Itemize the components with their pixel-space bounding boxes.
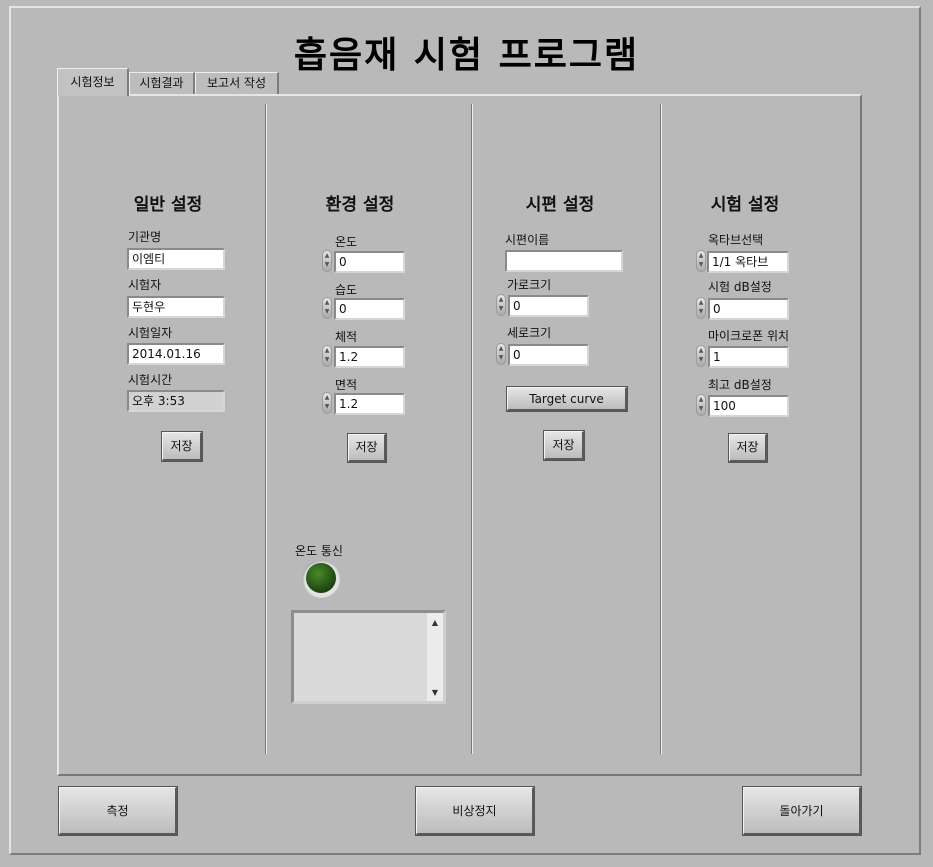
max-db-spinner[interactable]: ▲ ▼ [696, 394, 706, 416]
temperature-comm-indicator [302, 560, 340, 598]
measure-button[interactable]: 측정 [58, 786, 178, 836]
test-date-field[interactable]: 2014.01.16 [127, 343, 225, 365]
height-size-field[interactable]: 0 [508, 344, 589, 366]
led-light-icon [306, 563, 336, 593]
test-save-button[interactable]: 저장 [728, 433, 768, 463]
spin-up-icon[interactable]: ▲ [323, 251, 331, 260]
tester-label: 시험자 [128, 278, 162, 292]
width-size-field[interactable]: 0 [508, 295, 589, 317]
tester-field[interactable]: 두현우 [127, 296, 225, 318]
spin-up-icon[interactable]: ▲ [697, 251, 705, 260]
tab-report[interactable]: 보고서 작성 [195, 72, 279, 94]
max-db-field[interactable]: 100 [708, 395, 789, 417]
test-db-spinner[interactable]: ▲ ▼ [696, 297, 706, 319]
octave-spinner[interactable]: ▲ ▼ [696, 250, 706, 272]
mic-position-spinner[interactable]: ▲ ▼ [696, 345, 706, 367]
target-curve-button[interactable]: Target curve [506, 386, 628, 412]
specimen-name-label: 시편이름 [505, 233, 550, 247]
test-db-label: 시험 dB설정 [708, 280, 772, 294]
octave-label: 옥타브선택 [708, 233, 764, 247]
area-field[interactable]: 1.2 [334, 393, 405, 415]
spin-down-icon[interactable]: ▼ [497, 304, 505, 313]
height-size-label: 세로크기 [507, 326, 552, 340]
spin-up-icon[interactable]: ▲ [323, 298, 331, 307]
spin-down-icon[interactable]: ▼ [323, 307, 331, 316]
spin-down-icon[interactable]: ▼ [323, 355, 331, 364]
org-field[interactable]: 이엠티 [127, 248, 225, 270]
spin-up-icon[interactable]: ▲ [497, 295, 505, 304]
temperature-spinner[interactable]: ▲ ▼ [322, 250, 332, 272]
general-save-button[interactable]: 저장 [161, 431, 203, 462]
specimen-settings-heading: 시편 설정 [525, 195, 595, 215]
scroll-down-icon[interactable]: ▼ [427, 688, 443, 697]
test-time-field: 오후 3:53 [127, 390, 225, 412]
spin-down-icon[interactable]: ▼ [323, 402, 331, 411]
org-label: 기관명 [128, 230, 162, 244]
volume-label: 체적 [335, 330, 358, 344]
test-db-field[interactable]: 0 [708, 298, 789, 320]
humidity-field[interactable]: 0 [334, 298, 405, 320]
spin-down-icon[interactable]: ▼ [497, 353, 505, 362]
spin-down-icon[interactable]: ▼ [697, 355, 705, 364]
general-settings-heading: 일반 설정 [133, 195, 203, 215]
mic-position-field[interactable]: 1 [708, 346, 789, 368]
temperature-label: 온도 [335, 235, 358, 249]
page-title: 흡음재 시험 프로그램 [293, 34, 640, 76]
spin-down-icon[interactable]: ▼ [323, 260, 331, 269]
emergency-stop-button[interactable]: 비상정지 [415, 786, 535, 836]
humidity-label: 습도 [335, 283, 358, 297]
spin-down-icon[interactable]: ▼ [697, 260, 705, 269]
humidity-spinner[interactable]: ▲ ▼ [322, 297, 332, 319]
tab-test-results[interactable]: 시험결과 [129, 72, 195, 94]
test-settings-heading: 시험 설정 [710, 195, 780, 215]
scroll-up-icon[interactable]: ▲ [427, 618, 443, 627]
spin-up-icon[interactable]: ▲ [323, 393, 331, 402]
area-label: 면적 [335, 378, 358, 392]
mic-position-label: 마이크로폰 위치 [708, 329, 790, 343]
test-date-label: 시험일자 [128, 326, 173, 340]
octave-select[interactable]: 1/1 옥타브 [707, 251, 789, 273]
environment-save-button[interactable]: 저장 [347, 433, 387, 463]
spin-up-icon[interactable]: ▲ [497, 344, 505, 353]
specimen-save-button[interactable]: 저장 [543, 430, 585, 461]
back-button[interactable]: 돌아가기 [742, 786, 862, 836]
max-db-label: 최고 dB설정 [708, 378, 772, 392]
area-spinner[interactable]: ▲ ▼ [322, 392, 332, 414]
specimen-name-field[interactable] [505, 250, 623, 272]
temperature-field[interactable]: 0 [334, 251, 405, 273]
environment-settings-heading: 환경 설정 [325, 195, 395, 215]
width-size-spinner[interactable]: ▲ ▼ [496, 294, 506, 316]
spin-down-icon[interactable]: ▼ [697, 307, 705, 316]
spin-up-icon[interactable]: ▲ [323, 346, 331, 355]
width-size-label: 가로크기 [507, 278, 552, 292]
height-size-spinner[interactable]: ▲ ▼ [496, 343, 506, 365]
test-time-label: 시험시간 [128, 373, 173, 387]
volume-spinner[interactable]: ▲ ▼ [322, 345, 332, 367]
comm-log-scrollbar[interactable]: ▲ ▼ [427, 613, 443, 701]
tab-test-info[interactable]: 시험정보 [57, 68, 129, 96]
comm-log-textbox[interactable]: ▲ ▼ [291, 610, 446, 704]
volume-field[interactable]: 1.2 [334, 346, 405, 368]
column-divider [265, 104, 267, 754]
spin-down-icon[interactable]: ▼ [697, 404, 705, 413]
spin-up-icon[interactable]: ▲ [697, 346, 705, 355]
temperature-comm-label: 온도 통신 [295, 544, 343, 558]
spin-up-icon[interactable]: ▲ [697, 395, 705, 404]
spin-up-icon[interactable]: ▲ [697, 298, 705, 307]
